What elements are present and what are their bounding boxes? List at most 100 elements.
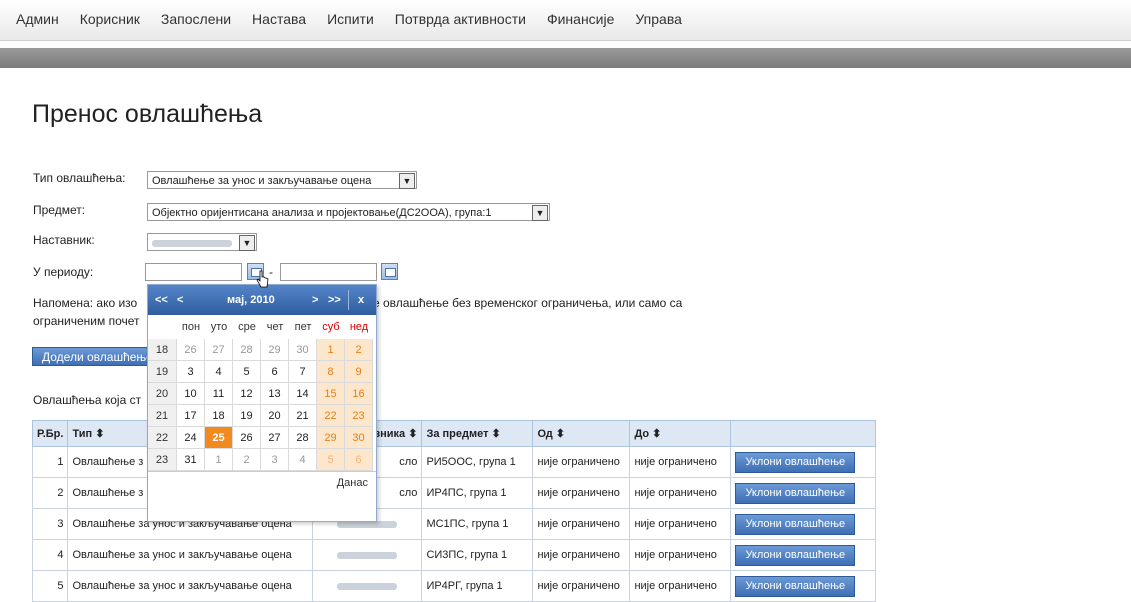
- date-picker-popup: << < мај, 2010 > >> x пон уто сре чет пе…: [147, 284, 377, 522]
- calendar-day[interactable]: 3: [261, 449, 289, 471]
- calendar-day[interactable]: 6: [345, 449, 373, 471]
- type-select[interactable]: Овлашћење за унос и закључавање оцена ▼: [147, 171, 417, 189]
- calendar-day[interactable]: 5: [233, 361, 261, 383]
- teacher-label: Наставник:: [33, 233, 95, 247]
- calendar-day[interactable]: 6: [261, 361, 289, 383]
- calendar-day[interactable]: 2: [345, 339, 373, 361]
- subject-select[interactable]: Објектно оријентисана анализа и пројекто…: [147, 203, 550, 221]
- calendar-day[interactable]: 13: [261, 383, 289, 405]
- calendar-day[interactable]: 1: [205, 449, 233, 471]
- today-button[interactable]: Данас: [337, 477, 368, 489]
- subject-label: Предмет:: [33, 203, 86, 217]
- calendar-day[interactable]: 5: [317, 449, 345, 471]
- remove-authorization-button[interactable]: Уклони овлашћење: [735, 513, 856, 535]
- calendar-day[interactable]: 20: [261, 405, 289, 427]
- remove-authorization-button[interactable]: Уклони овлашћење: [735, 575, 856, 597]
- col-action: [730, 420, 877, 447]
- col-from[interactable]: Од ⬍: [532, 420, 631, 447]
- calendar-day[interactable]: 3: [177, 361, 205, 383]
- next-year-button[interactable]: >>: [328, 294, 341, 306]
- sub-nav-bar: [0, 48, 1131, 68]
- calendar-day[interactable]: 30: [289, 339, 317, 361]
- calendar-day[interactable]: 27: [261, 427, 289, 449]
- nav-admin[interactable]: Админ: [16, 0, 59, 38]
- calendar-day[interactable]: 19: [233, 405, 261, 427]
- calendar-day[interactable]: 24: [177, 427, 205, 449]
- calendar-day[interactable]: 18: [205, 405, 233, 427]
- type-select-value: Овлашћење за унос и закључавање оцена: [152, 175, 372, 187]
- calendar-day[interactable]: 21: [289, 405, 317, 427]
- col-to[interactable]: До ⬍: [629, 420, 732, 447]
- row-from: није ограничено: [532, 570, 631, 602]
- calendar-grid: 18 26 27 28 29 30 1 2 19 3 4 5 6 7 8 9 2…: [148, 339, 376, 471]
- calendar-day[interactable]: 29: [261, 339, 289, 361]
- calendar-day[interactable]: 8: [317, 361, 345, 383]
- row-action-cell: Уклони овлашћење: [730, 477, 877, 509]
- week-number: 20: [148, 383, 177, 405]
- weekday-mon: пон: [181, 321, 201, 333]
- calendar-icon[interactable]: [381, 263, 398, 280]
- assign-button[interactable]: Додели овлашћење: [32, 347, 163, 366]
- prev-year-button[interactable]: <<: [155, 294, 168, 306]
- calendar-day[interactable]: 23: [345, 405, 373, 427]
- calendar-day[interactable]: 17: [177, 405, 205, 427]
- list-title: Овлашћења која ст: [33, 393, 142, 407]
- blurred-teacher-name: [337, 582, 398, 590]
- type-label: Тип овлашћења:: [33, 171, 126, 185]
- calendar-day[interactable]: 27: [205, 339, 233, 361]
- remove-authorization-button[interactable]: Уклони овлашћење: [735, 544, 856, 566]
- nav-administration[interactable]: Управа: [635, 0, 681, 38]
- calendar-day[interactable]: 7: [289, 361, 317, 383]
- nav-user[interactable]: Корисник: [80, 0, 140, 38]
- calendar-day[interactable]: 30: [345, 427, 373, 449]
- calendar-day-today[interactable]: 25: [205, 427, 233, 449]
- calendar-close-button[interactable]: x: [358, 294, 364, 306]
- period-to-input[interactable]: [280, 263, 377, 281]
- calendar-day[interactable]: 4: [205, 361, 233, 383]
- calendar-day[interactable]: 15: [317, 383, 345, 405]
- row-teacher: [312, 539, 423, 571]
- row-teacher: [312, 570, 423, 602]
- blurred-teacher-name: [152, 239, 232, 247]
- calendar-footer: Данас: [148, 471, 376, 494]
- calendar-day[interactable]: 16: [345, 383, 373, 405]
- calendar-day[interactable]: 14: [289, 383, 317, 405]
- row-subject: ИР4РГ, група 1: [421, 570, 534, 602]
- teacher-select[interactable]: ▼: [147, 233, 257, 251]
- row-from: није ограничено: [532, 539, 631, 571]
- nav-finance[interactable]: Финансије: [547, 0, 614, 38]
- calendar-day[interactable]: 10: [177, 383, 205, 405]
- calendar-day[interactable]: 26: [233, 427, 261, 449]
- weekday-wed: сре: [238, 321, 256, 333]
- top-nav: Админ Корисник Запослени Настава Испити …: [0, 0, 1131, 41]
- nav-teaching[interactable]: Настава: [252, 0, 306, 38]
- calendar-day[interactable]: 2: [233, 449, 261, 471]
- row-type: Овлашћење за унос и закључавање оцена: [67, 539, 314, 571]
- calendar-day[interactable]: 28: [289, 427, 317, 449]
- period-from-input[interactable]: [145, 263, 242, 281]
- nav-exams[interactable]: Испити: [327, 0, 374, 38]
- calendar-day[interactable]: 28: [233, 339, 261, 361]
- calendar-day[interactable]: 12: [233, 383, 261, 405]
- calendar-day[interactable]: 1: [317, 339, 345, 361]
- remove-authorization-button[interactable]: Уклони овлашћење: [735, 451, 856, 473]
- prev-month-button[interactable]: <: [177, 294, 183, 306]
- calendar-day[interactable]: 9: [345, 361, 373, 383]
- period-separator: -: [269, 265, 273, 279]
- calendar-day[interactable]: 22: [317, 405, 345, 427]
- row-no: 4: [31, 539, 69, 571]
- col-no[interactable]: Р.Бр.: [31, 420, 69, 447]
- next-month-button[interactable]: >: [312, 294, 318, 306]
- nav-activity-confirmation[interactable]: Потврда активности: [395, 0, 526, 38]
- calendar-day[interactable]: 29: [317, 427, 345, 449]
- col-subject[interactable]: За предмет ⬍: [421, 420, 534, 447]
- calendar-day[interactable]: 11: [205, 383, 233, 405]
- calendar-day[interactable]: 26: [177, 339, 205, 361]
- calendar-day[interactable]: 31: [177, 449, 205, 471]
- row-from: није ограничено: [532, 477, 631, 509]
- weekday-tue: уто: [210, 321, 228, 333]
- calendar-day[interactable]: 4: [289, 449, 317, 471]
- row-no: 5: [31, 570, 69, 602]
- remove-authorization-button[interactable]: Уклони овлашћење: [735, 482, 856, 504]
- nav-employees[interactable]: Запослени: [161, 0, 231, 38]
